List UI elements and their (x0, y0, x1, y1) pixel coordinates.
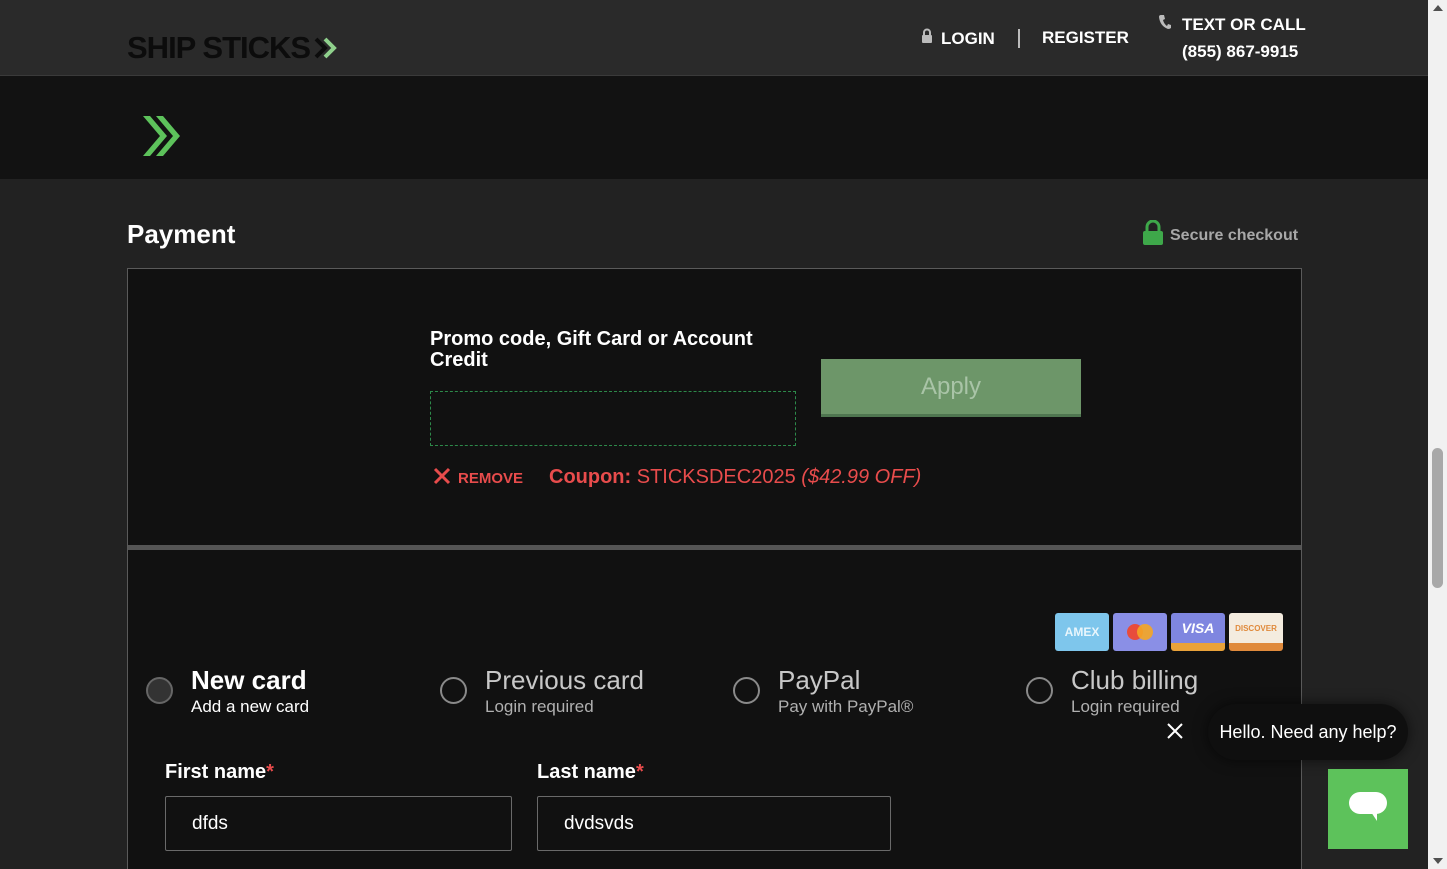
payment-option-club-billing[interactable]: Club billing Login required (1026, 665, 1198, 717)
option-subtitle: Add a new card (191, 697, 310, 716)
option-title: New card (191, 665, 307, 695)
lock-icon (921, 28, 933, 49)
radio-button[interactable] (1026, 677, 1053, 704)
login-label: LOGIN (941, 28, 995, 48)
lock-icon (1142, 219, 1164, 251)
radio-button[interactable] (733, 677, 760, 704)
first-name-label: First name* (165, 761, 274, 784)
mastercard-card-icon (1113, 613, 1167, 651)
progress-band (0, 76, 1428, 179)
phone-number[interactable]: (855) 867-9915 (1158, 38, 1306, 65)
visa-card-icon: VISA (1171, 613, 1225, 651)
required-mark: * (635, 761, 644, 783)
remove-label: REMOVE (458, 469, 524, 487)
amex-card-icon: AMEX (1055, 613, 1109, 651)
nav-separator (1018, 29, 1020, 48)
remove-coupon-button[interactable]: REMOVE (432, 466, 523, 490)
payment-panel: Promo code, Gift Card or Account Credit … (127, 268, 1302, 869)
chat-close-button[interactable] (1160, 718, 1190, 748)
close-icon (432, 466, 452, 490)
site-header: SHIP STICKS LOGIN REGISTER TEXT OR CALL … (0, 0, 1428, 76)
option-subtitle: Login required (1071, 697, 1180, 716)
radio-button[interactable] (146, 677, 173, 704)
secure-checkout-badge: Secure checkout (1142, 219, 1299, 251)
first-name-label-text: First name (165, 761, 267, 783)
first-name-field[interactable] (165, 796, 512, 851)
login-link[interactable]: LOGIN (921, 28, 995, 49)
payment-option-paypal[interactable]: PayPal Pay with PayPal® (733, 665, 913, 717)
phone-icon (1158, 11, 1172, 38)
register-link[interactable]: REGISTER (1042, 28, 1129, 48)
logo-text: SHIP STICKS (127, 30, 311, 65)
last-name-label: Last name* (537, 761, 644, 784)
contact-block: TEXT OR CALL (855) 867-9915 (1158, 11, 1306, 65)
call-label: TEXT OR CALL (1182, 15, 1306, 34)
option-title: Previous card (485, 665, 644, 695)
coupon-code: STICKSDEC2025 (636, 466, 796, 488)
option-title: PayPal (778, 665, 861, 695)
option-title: Club billing (1071, 665, 1199, 695)
close-icon (1166, 722, 1184, 745)
scroll-thumb[interactable] (1432, 448, 1443, 588)
last-name-label-text: Last name (537, 761, 636, 783)
option-subtitle: Pay with PayPal® (778, 697, 914, 716)
chat-icon (1347, 790, 1389, 829)
double-chevron-icon (140, 114, 182, 163)
page-scrollbar[interactable] (1428, 0, 1447, 869)
accepted-cards: AMEX VISA DISCOVER (1055, 613, 1283, 651)
coupon-discount: ($42.99 OFF) (801, 466, 922, 488)
promo-code-input[interactable] (430, 391, 796, 446)
chat-launcher-button[interactable] (1328, 769, 1408, 849)
section-divider (128, 545, 1301, 550)
scroll-down-arrow-icon[interactable] (1433, 858, 1443, 864)
required-mark: * (266, 761, 274, 783)
option-subtitle: Login required (485, 697, 594, 716)
radio-button[interactable] (440, 677, 467, 704)
payment-option-previous-card[interactable]: Previous card Login required (440, 665, 644, 717)
logo-chevron-icon (312, 37, 342, 59)
secure-checkout-label: Secure checkout (1170, 226, 1299, 244)
applied-coupon: Coupon: STICKSDEC2025 ($42.99 OFF) (549, 466, 921, 489)
coupon-prefix: Coupon: (549, 466, 632, 488)
promo-label: Promo code, Gift Card or Account Credit (430, 328, 753, 371)
scroll-up-arrow-icon[interactable] (1433, 5, 1443, 11)
payment-option-new-card[interactable]: New card Add a new card (146, 665, 309, 717)
ship-sticks-logo[interactable]: SHIP STICKS (127, 30, 342, 66)
last-name-field[interactable] (537, 796, 891, 851)
discover-card-icon: DISCOVER (1229, 613, 1283, 651)
apply-button[interactable]: Apply (821, 359, 1081, 417)
page-title: Payment (127, 219, 236, 249)
chat-greeting-bubble[interactable]: Hello. Need any help? (1208, 704, 1408, 760)
